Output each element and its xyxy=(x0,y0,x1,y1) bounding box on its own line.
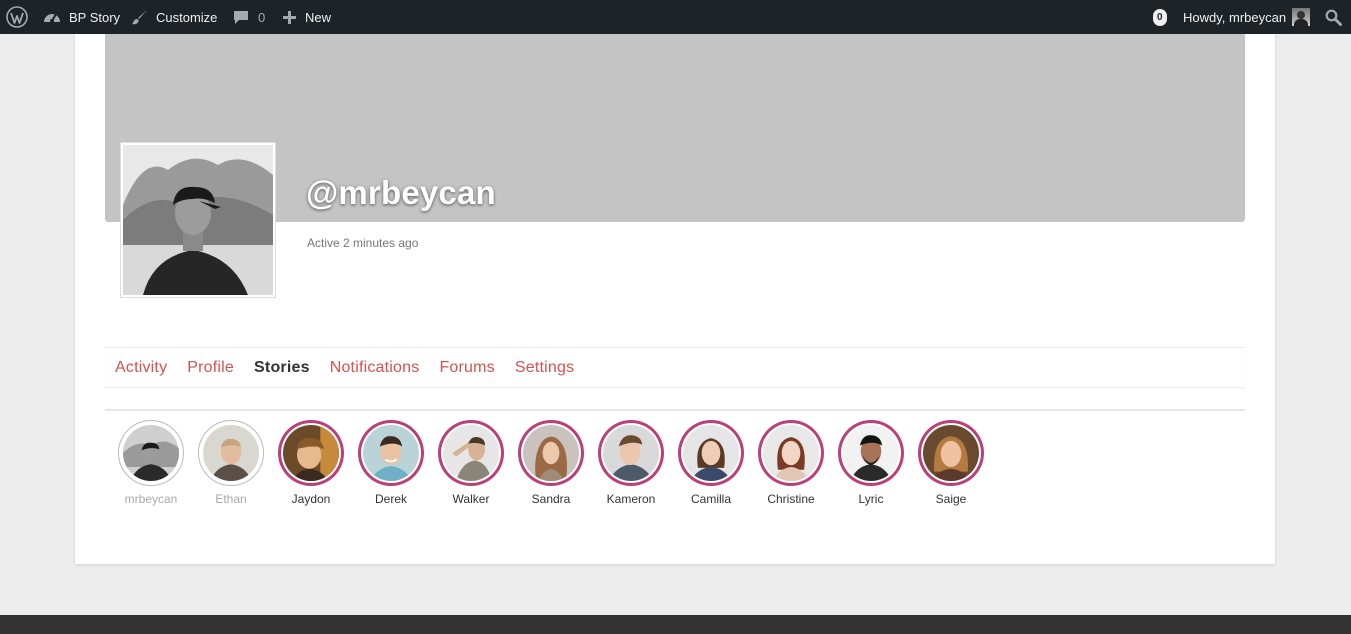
section-divider xyxy=(105,409,1245,411)
profile-username: @mrbeycan xyxy=(306,174,496,211)
comments-button[interactable]: 0 xyxy=(233,0,265,34)
dashboard-icon xyxy=(43,9,61,25)
wordpress-logo-button[interactable] xyxy=(6,0,28,34)
story-name: Lyric xyxy=(858,492,884,506)
story-name: Christine xyxy=(767,492,815,506)
stories-list: mrbeycan Ethan Jaydon Derek Walker Sandr… xyxy=(111,420,991,506)
comment-icon xyxy=(233,9,249,25)
site-footer xyxy=(0,615,1351,634)
tab-notifications[interactable]: Notifications xyxy=(330,359,420,377)
greeting-label: Howdy, mrbeycan xyxy=(1183,9,1287,25)
profile-nav: Activity Profile Stories Notifications F… xyxy=(105,347,1245,388)
story-avatar xyxy=(923,425,979,481)
customize-button[interactable]: Customize xyxy=(131,0,217,34)
story-item-jaydon[interactable]: Jaydon xyxy=(271,420,351,506)
story-avatar xyxy=(843,425,899,481)
story-name: Saige xyxy=(935,492,967,506)
story-item-kameron[interactable]: Kameron xyxy=(591,420,671,506)
search-icon xyxy=(1325,9,1342,26)
story-avatar xyxy=(683,425,739,481)
story-name: Walker xyxy=(452,492,490,506)
last-active-status: Active 2 minutes ago xyxy=(307,236,419,250)
tab-profile[interactable]: Profile xyxy=(187,359,234,377)
story-item-derek[interactable]: Derek xyxy=(351,420,431,506)
story-item-saige[interactable]: Saige xyxy=(911,420,991,506)
story-name: Camilla xyxy=(690,492,731,506)
story-item-sandra[interactable]: Sandra xyxy=(511,420,591,506)
story-item-christine[interactable]: Christine xyxy=(751,420,831,506)
notifications-button[interactable]: 0 xyxy=(1153,0,1167,34)
tab-activity[interactable]: Activity xyxy=(115,359,167,377)
cover-image xyxy=(105,34,1245,222)
wordpress-icon xyxy=(6,6,28,28)
story-avatar xyxy=(443,425,499,481)
story-name: Jaydon xyxy=(291,492,331,506)
new-label: New xyxy=(305,9,332,25)
admin-search-button[interactable] xyxy=(1325,0,1342,34)
profile-avatar[interactable] xyxy=(121,143,275,297)
customize-label: Customize xyxy=(156,9,218,25)
profile-card: @mrbeycan Active 2 minutes ago Activity … xyxy=(75,34,1275,564)
story-item-ethan[interactable]: Ethan xyxy=(191,420,271,506)
story-name: Sandra xyxy=(531,492,571,506)
site-name-menu[interactable]: BP Story xyxy=(43,0,120,34)
story-avatar xyxy=(123,425,179,481)
story-name: Ethan xyxy=(215,492,247,506)
story-name: Kameron xyxy=(606,492,656,506)
story-avatar xyxy=(523,425,579,481)
story-avatar xyxy=(363,425,419,481)
new-content-button[interactable]: New xyxy=(282,0,331,34)
story-avatar xyxy=(763,425,819,481)
notifications-count-badge: 0 xyxy=(1153,8,1167,26)
plus-icon xyxy=(282,10,297,25)
tab-stories[interactable]: Stories xyxy=(254,359,310,377)
admin-bar: BP Story Customize 0 New 0 Howdy, mrbeyc… xyxy=(0,0,1351,34)
tab-settings[interactable]: Settings xyxy=(515,359,574,377)
story-item-walker[interactable]: Walker xyxy=(431,420,511,506)
story-name: Derek xyxy=(374,492,407,506)
story-avatar xyxy=(603,425,659,481)
story-item-mrbeycan[interactable]: mrbeycan xyxy=(111,420,191,506)
story-avatar xyxy=(203,425,259,481)
comments-count: 0 xyxy=(258,9,266,25)
story-item-lyric[interactable]: Lyric xyxy=(831,420,911,506)
story-avatar xyxy=(283,425,339,481)
story-name: mrbeycan xyxy=(124,492,178,506)
story-item-camilla[interactable]: Camilla xyxy=(671,420,751,506)
account-avatar xyxy=(1292,8,1311,26)
site-name-label: BP Story xyxy=(69,9,121,25)
paintbrush-icon xyxy=(131,9,148,26)
tab-forums[interactable]: Forums xyxy=(439,359,494,377)
my-account-menu[interactable]: Howdy, mrbeycan xyxy=(1183,0,1311,34)
